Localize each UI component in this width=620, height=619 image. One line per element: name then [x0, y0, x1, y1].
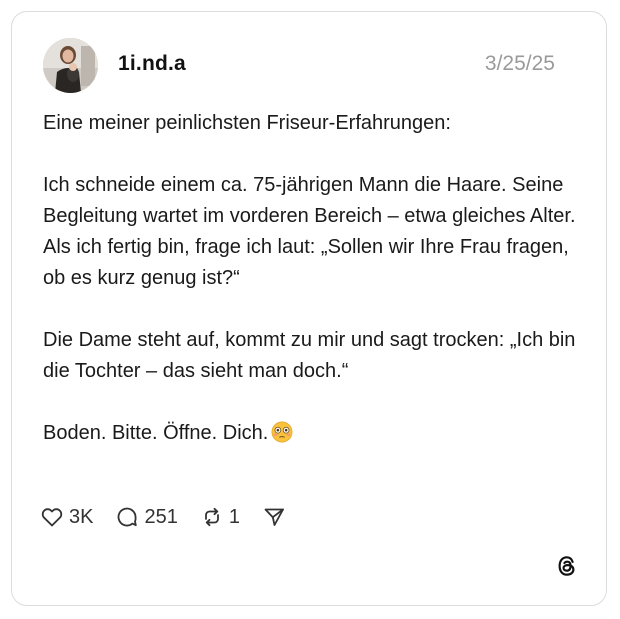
share-button[interactable] — [262, 505, 286, 529]
threads-logo-icon — [554, 553, 580, 579]
heart-icon — [41, 508, 63, 527]
post-card: 1i.nd.a 3/25/25 Eine meiner peinlichsten… — [11, 11, 607, 606]
username[interactable]: 1i.nd.a — [118, 52, 186, 76]
flushed-face-emoji-icon — [271, 421, 293, 443]
closing-text: Boden. Bitte. Öffne. Dich. — [43, 422, 269, 444]
comment-button[interactable]: 251 — [115, 505, 178, 529]
post-actions: 3K 251 1 — [40, 502, 308, 532]
comment-bubble-icon — [118, 507, 138, 527]
post-date: 3/25/25 — [484, 52, 555, 75]
avatar-photo — [43, 38, 98, 93]
send-icon — [264, 508, 284, 526]
like-button[interactable]: 3K — [40, 505, 93, 529]
repost-icon — [204, 507, 219, 527]
repost-button[interactable]: 1 — [200, 505, 240, 529]
comment-count: 251 — [144, 505, 178, 528]
like-count: 3K — [69, 505, 94, 528]
repost-count: 1 — [228, 505, 240, 528]
post-text: Eine meiner peinlichsten Friseur-Erfahru… — [43, 108, 583, 449]
post-paragraph: Ich schneide einem ca. 75-jährigen Mann … — [43, 174, 576, 289]
post-paragraph: Die Dame steht auf, kommt zu mir und sag… — [43, 329, 576, 382]
post-closing-line: Boden. Bitte. Öffne. Dich. — [43, 418, 583, 449]
post-paragraph: Eine meiner peinlichsten Friseur-Erfahru… — [43, 112, 451, 134]
avatar[interactable] — [43, 38, 98, 93]
